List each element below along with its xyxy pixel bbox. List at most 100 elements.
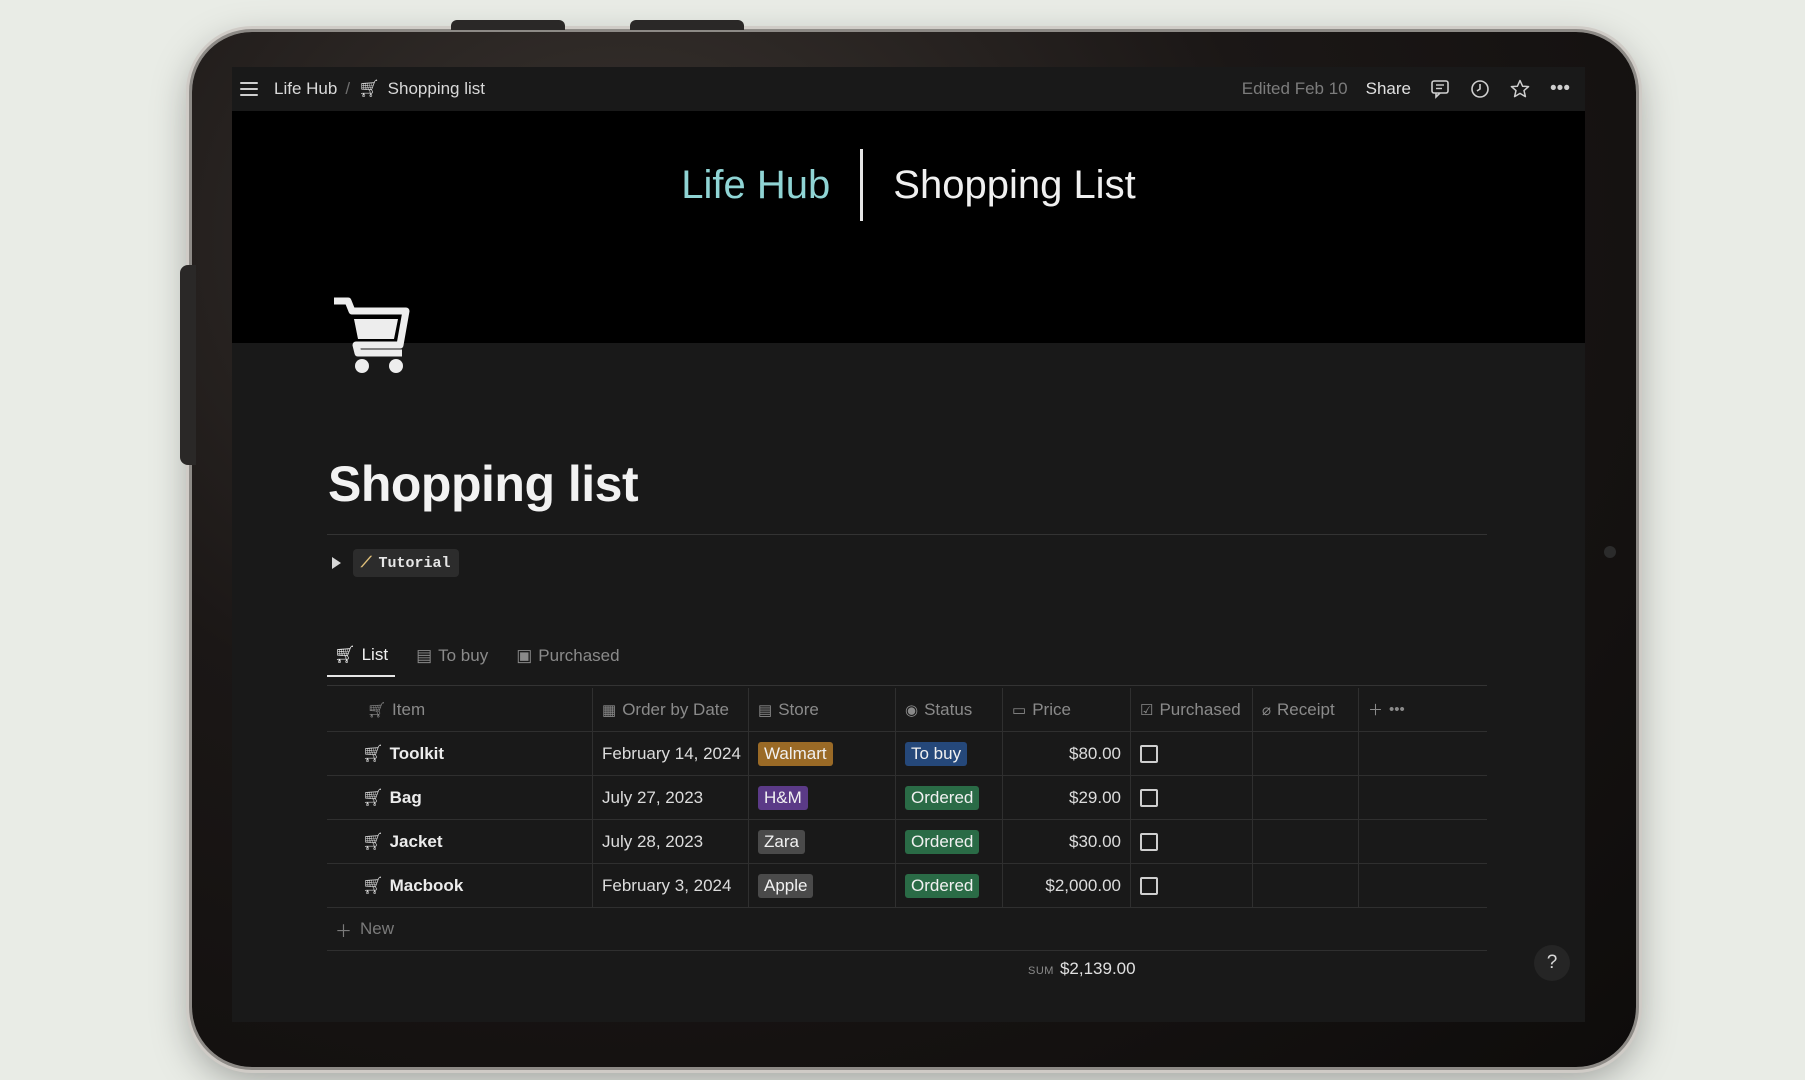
column-label: Status <box>924 699 973 719</box>
cart-icon: 🛒︎ <box>362 875 384 895</box>
store-cell[interactable]: Apple <box>749 864 896 907</box>
edited-timestamp: Edited Feb 10 <box>1241 79 1348 98</box>
store-icon: ▤ <box>758 701 773 719</box>
store-cell[interactable]: Walmart <box>749 732 896 775</box>
add-column-icon[interactable]: ＋ <box>1368 699 1383 720</box>
status-cell[interactable]: To buy <box>896 732 1003 775</box>
receipt-cell[interactable] <box>1253 864 1359 907</box>
item-name[interactable]: Bag <box>390 788 422 808</box>
breadcrumb-root[interactable]: Life Hub <box>274 79 337 99</box>
date-cell[interactable]: February 3, 2024 <box>593 864 749 907</box>
empty-cell <box>1359 776 1487 819</box>
cart-icon: 🛒︎ <box>358 79 380 98</box>
tablet-camera <box>1604 546 1616 558</box>
column-header-date[interactable]: ▦ Order by Date <box>593 688 749 731</box>
share-button[interactable]: Share <box>1366 79 1411 99</box>
tab-label: Purchased <box>538 646 620 665</box>
cart-icon: 🛒︎ <box>362 743 384 763</box>
star-icon[interactable] <box>1509 78 1531 100</box>
toggle-arrow-icon[interactable] <box>332 557 341 569</box>
purchased-cell <box>1131 864 1253 907</box>
tab-purchased[interactable]: ▣ Purchased <box>509 639 626 677</box>
item-name[interactable]: Macbook <box>390 876 464 896</box>
status-icon: ◉ <box>905 701 919 719</box>
new-label: New <box>360 919 395 938</box>
comment-icon[interactable] <box>1429 78 1451 100</box>
purchased-cell <box>1131 732 1253 775</box>
plus-icon: ＋ <box>335 921 352 941</box>
receipt-cell[interactable] <box>1253 820 1359 863</box>
item-cell[interactable]: 🛒︎ Toolkit <box>327 732 593 775</box>
cover-brand: Life Hub <box>681 162 831 207</box>
receipt-cell[interactable] <box>1253 776 1359 819</box>
store-cell[interactable]: H&M <box>749 776 896 819</box>
purchased-checkbox[interactable] <box>1140 832 1158 851</box>
status-cell[interactable]: Ordered <box>896 776 1003 819</box>
breadcrumb: Life Hub / 🛒︎ Shopping list <box>274 79 485 99</box>
item-name[interactable]: Toolkit <box>390 744 444 764</box>
store-tag: Apple <box>758 873 814 898</box>
table-row[interactable]: 🛒︎ Macbook February 3, 2024 Apple Ordered… <box>327 864 1487 908</box>
money-icon: ▭ <box>1012 701 1027 719</box>
item-cell[interactable]: 🛒︎ Jacket <box>327 820 593 863</box>
date-cell[interactable]: July 28, 2023 <box>593 820 749 863</box>
date-cell[interactable]: July 27, 2023 <box>593 776 749 819</box>
purchased-cell <box>1131 820 1253 863</box>
table-header: 🛒︎ Item ▦ Order by Date ▤ Store ◉ Status ▭ Pr… <box>327 688 1487 732</box>
status-tag: Ordered <box>905 829 980 854</box>
tutorial-chip[interactable]: ⟋ Tutorial <box>353 549 459 577</box>
clock-icon[interactable] <box>1469 78 1491 100</box>
store-tag: Walmart <box>758 741 833 766</box>
status-tag: Ordered <box>905 873 980 898</box>
table-row[interactable]: 🛒︎ Toolkit February 14, 2024 Walmart To b… <box>327 732 1487 776</box>
column-header-store[interactable]: ▤ Store <box>749 688 896 731</box>
tab-label: To buy <box>438 646 489 665</box>
column-header-purchased[interactable]: ☑ Purchased <box>1131 688 1253 731</box>
table-row[interactable]: 🛒︎ Jacket July 28, 2023 Zara Ordered $30.… <box>327 820 1487 864</box>
receipt-cell[interactable] <box>1253 732 1359 775</box>
cart-icon: 🛒︎ <box>367 701 387 719</box>
tutorial-toggle[interactable]: ⟋ Tutorial <box>332 549 459 577</box>
tab-list[interactable]: 🛒︎ List <box>327 639 396 677</box>
checkbox-icon: ☑ <box>1140 701 1154 719</box>
column-header-price[interactable]: ▭ Price <box>1003 688 1131 731</box>
price-sum[interactable]: SUM $2,139.00 <box>1028 959 1136 979</box>
menu-icon[interactable] <box>240 82 258 96</box>
status-cell[interactable]: Ordered <box>896 820 1003 863</box>
more-icon[interactable]: ••• <box>1389 701 1405 718</box>
column-label: Receipt <box>1277 699 1335 719</box>
price-cell[interactable]: $2,000.00 <box>1003 864 1131 907</box>
price-cell[interactable]: $80.00 <box>1003 732 1131 775</box>
store-icon: ▤ <box>416 646 433 665</box>
more-icon[interactable]: ••• <box>1549 78 1571 100</box>
store-tag: Zara <box>758 829 805 854</box>
column-label: Price <box>1032 699 1071 719</box>
price-cell[interactable]: $30.00 <box>1003 820 1131 863</box>
help-button[interactable]: ? <box>1534 945 1570 981</box>
cart-icon[interactable] <box>332 295 410 377</box>
sum-value: $2,139.00 <box>1059 959 1136 978</box>
purchased-checkbox[interactable] <box>1140 744 1158 763</box>
status-cell[interactable]: Ordered <box>896 864 1003 907</box>
sum-label: SUM <box>1028 965 1054 977</box>
column-label: Purchased <box>1159 699 1241 719</box>
column-header-receipt[interactable]: ⌀ Receipt <box>1253 688 1359 731</box>
price-cell[interactable]: $29.00 <box>1003 776 1131 819</box>
tab-to-buy[interactable]: ▤ To buy <box>409 639 495 677</box>
item-name[interactable]: Jacket <box>390 832 443 852</box>
item-cell[interactable]: 🛒︎ Bag <box>327 776 593 819</box>
item-cell[interactable]: 🛒︎ Macbook <box>327 864 593 907</box>
breadcrumb-page[interactable]: Shopping list <box>388 79 485 99</box>
purchased-checkbox[interactable] <box>1140 788 1158 807</box>
column-header-item[interactable]: 🛒︎ Item <box>327 688 593 731</box>
tabs-divider <box>327 685 1487 686</box>
store-cell[interactable]: Zara <box>749 820 896 863</box>
new-row-button[interactable]: ＋ New <box>327 908 1487 951</box>
page-title: Shopping list <box>328 456 639 512</box>
cover-title: Shopping List <box>893 162 1136 207</box>
date-cell[interactable]: February 14, 2024 <box>593 732 749 775</box>
table-row[interactable]: 🛒︎ Bag July 27, 2023 H&M Ordered $29.00 <box>327 776 1487 820</box>
app-screen: Life Hub / 🛒︎ Shopping list Edited Feb 1… <box>232 67 1585 1022</box>
column-header-status[interactable]: ◉ Status <box>896 688 1003 731</box>
purchased-checkbox[interactable] <box>1140 876 1158 895</box>
